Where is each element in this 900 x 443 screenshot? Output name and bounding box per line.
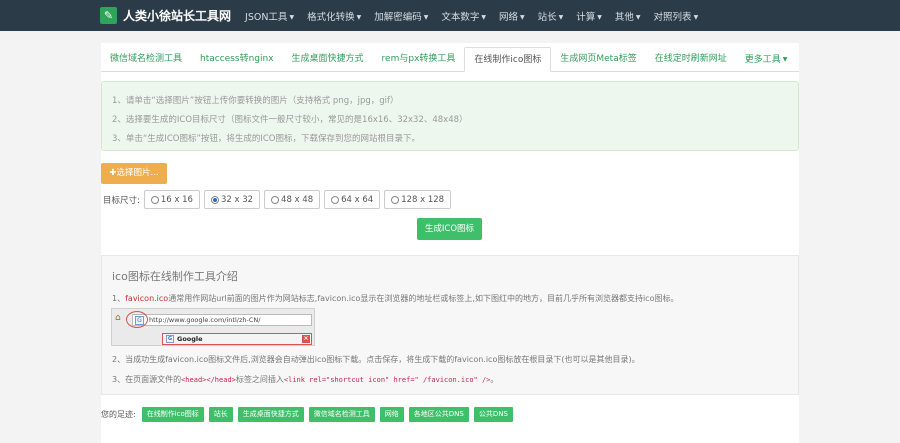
history-link[interactable]: 网络 [379, 407, 404, 422]
tab-ico-maker[interactable]: 在线制作ico图标 [464, 47, 552, 72]
caret-down-icon: ▼ [558, 13, 564, 21]
tab-desktop-shortcut[interactable]: 生成桌面快捷方式 [283, 47, 373, 72]
site-title: 人类小徐站长工具网 [123, 9, 232, 23]
intro-line: 3、在页面源文件的<head></head>标签之间插入<link rel="s… [112, 375, 499, 384]
history-link[interactable]: 微信域名检测工具 [308, 407, 375, 422]
size-option-128[interactable]: 128 x 128 [384, 190, 452, 209]
caret-down-icon: ▼ [597, 13, 602, 21]
size-option-48[interactable]: 48 x 48 [264, 190, 321, 209]
caret-down-icon: ▼ [520, 13, 525, 21]
intro-line: 1、favicon.ico通常用作网站url前面的图片作为网站标志,favico… [112, 294, 679, 303]
google-favicon-icon: G [166, 335, 174, 343]
close-icon: × [302, 335, 310, 343]
tab-wechat-domain[interactable]: 微信域名检测工具 [101, 47, 191, 72]
size-selector: 目标尺寸: 16 x 16 32 x 32 48 x 48 64 x 64 12… [103, 190, 455, 209]
size-label: 目标尺寸: [103, 195, 140, 206]
instruction-line: 3、单击“生成ICO图标”按钮，将生成的ICO图标，下载保存到您的网站根目录下。 [112, 134, 420, 144]
tool-tabs: 微信域名检测工具 htaccess转nginx 生成桌面快捷方式 rem与px转… [101, 47, 799, 72]
tab-meta-tags[interactable]: 生成网页Meta标签 [551, 47, 645, 72]
nav-item-json[interactable]: JSON工具 ▼ [245, 9, 294, 23]
history-label: 您的足迹: [101, 410, 136, 419]
plus-icon: ✚ [109, 168, 117, 178]
nav-item-text[interactable]: 文本数字 ▼ [441, 9, 486, 23]
history-link[interactable]: 在线制作ico图标 [141, 407, 204, 422]
intro-title: ico图标在线制作工具介绍 [112, 270, 238, 283]
home-icon: ⌂ [115, 313, 121, 323]
radio-icon [331, 195, 340, 204]
radio-selected-icon [210, 195, 219, 204]
tab-htaccess[interactable]: htaccess转nginx [191, 47, 283, 72]
instruction-line: 2、选择要生成的ICO目标尺寸（图标文件一般尺寸较小，常见的是16x16、32x… [112, 115, 468, 125]
nav-item-webmaster[interactable]: 站长 ▼ [538, 9, 564, 23]
nav-item-other[interactable]: 其他 ▼ [615, 9, 641, 23]
nav-item-encode[interactable]: 加解密编码 ▼ [374, 9, 428, 23]
radio-icon [150, 195, 159, 204]
size-option-32[interactable]: 32 x 32 [203, 190, 261, 209]
highlight-circle [126, 311, 148, 328]
history-link[interactable]: 站长 [208, 407, 233, 422]
tab-rem-px[interactable]: rem与px转换工具 [373, 47, 465, 72]
size-option-64[interactable]: 64 x 64 [324, 190, 381, 209]
caret-down-icon: ▼ [356, 13, 362, 21]
caret-down-icon: ▼ [423, 13, 429, 21]
nav-menu: JSON工具 ▼ 格式化转换 ▼ 加解密编码 ▼ 文本数字 ▼ 网络 ▼ 站长 ▼ 计算 ▼ … [245, 9, 711, 23]
nav-item-format[interactable]: 格式化转换 ▼ [307, 9, 361, 23]
radio-icon [271, 195, 280, 204]
history-link[interactable]: 生成桌面快捷方式 [237, 407, 304, 422]
radio-icon [391, 195, 400, 204]
example-tab: G Google × [162, 333, 312, 345]
nav-item-reference[interactable]: 对照列表 ▼ [654, 9, 699, 23]
intro-panel: ico图标在线制作工具介绍 1、favicon.ico通常用作网站url前面的图… [101, 255, 799, 395]
select-image-button[interactable]: ✚选择图片... [101, 163, 167, 184]
nav-item-calc[interactable]: 计算 ▼ [576, 9, 602, 23]
caret-down-icon: ▼ [635, 13, 641, 21]
caret-down-icon: ▼ [693, 13, 699, 21]
nav-item-network[interactable]: 网络 ▼ [499, 9, 525, 23]
history-link[interactable]: 各地区公共DNS [408, 407, 469, 422]
generate-ico-button[interactable]: 生成ICO图标 [417, 218, 482, 240]
caret-down-icon: ▼ [481, 13, 486, 21]
tab-auto-refresh[interactable]: 在线定时刷新网址 [646, 47, 736, 72]
example-url-bar: Ghttp://www.google.com/intl/zh-CN/ [132, 314, 312, 326]
size-option-16[interactable]: 16 x 16 [143, 190, 200, 209]
caret-down-icon: ▼ [782, 56, 788, 63]
tab-more-tools[interactable]: 更多工具 ▼ [736, 47, 797, 72]
wrench-icon: ✎ [100, 7, 117, 24]
caret-down-icon: ▼ [289, 13, 295, 21]
brand[interactable]: ✎ 人类小徐站长工具网 [100, 7, 231, 24]
intro-line: 2、当成功生成favicon.ico图标文件后,浏览器会自动弹出ico图标下载。… [112, 355, 640, 364]
history-link[interactable]: 公共DNS [473, 407, 513, 422]
instruction-line: 1、请单击“选择图片”按钮上传你要转换的图片（支持格式 png，jpg，gif） [112, 96, 399, 106]
top-navbar: ✎ 人类小徐站长工具网 JSON工具 ▼ 格式化转换 ▼ 加解密编码 ▼ 文本数字 ▼ … [0, 0, 900, 31]
main-container: 微信域名检测工具 htaccess转nginx 生成桌面快捷方式 rem与px转… [101, 43, 799, 443]
history-footer: 您的足迹: 在线制作ico图标 站长 生成桌面快捷方式 微信域名检测工具 网络 … [101, 407, 518, 422]
instructions-box: 1、请单击“选择图片”按钮上传你要转换的图片（支持格式 png，jpg，gif）… [101, 81, 799, 151]
browser-example-image: ⌂ Ghttp://www.google.com/intl/zh-CN/ G Go… [111, 308, 315, 346]
